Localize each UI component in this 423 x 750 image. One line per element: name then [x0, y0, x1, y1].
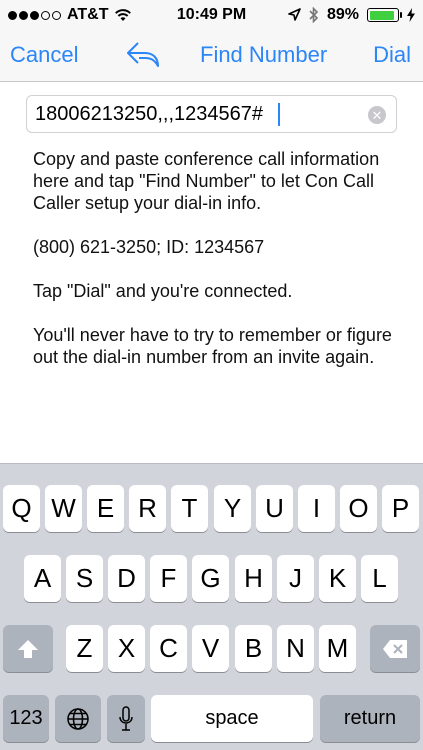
dial-string-input[interactable]: [35, 96, 355, 132]
key-j[interactable]: J: [277, 555, 314, 602]
delete-button[interactable]: [370, 625, 420, 672]
undo-button[interactable]: [125, 40, 161, 70]
battery-fill: [369, 10, 394, 20]
instruction-paragraph: Copy and paste conference call informati…: [33, 149, 380, 213]
keyboard: Q W E R T Y U I O P A S D F G H J K L Z …: [0, 463, 423, 750]
globe-icon: [67, 707, 89, 730]
key-u[interactable]: U: [256, 485, 293, 532]
key-f[interactable]: F: [150, 555, 187, 602]
key-g[interactable]: G: [192, 555, 229, 602]
dial-button[interactable]: Dial: [373, 42, 411, 68]
cancel-button[interactable]: Cancel: [10, 42, 78, 68]
key-h[interactable]: H: [235, 555, 272, 602]
numbers-key[interactable]: 123: [3, 695, 49, 742]
key-b[interactable]: B: [235, 625, 272, 672]
key-q[interactable]: Q: [3, 485, 40, 532]
microphone-button[interactable]: [107, 695, 145, 742]
globe-button[interactable]: [55, 695, 101, 742]
key-w[interactable]: W: [45, 485, 82, 532]
key-t[interactable]: T: [171, 485, 208, 532]
key-l[interactable]: L: [361, 555, 398, 602]
key-r[interactable]: R: [129, 485, 166, 532]
key-x[interactable]: X: [108, 625, 145, 672]
undo-arrow-icon: [127, 42, 159, 67]
key-d[interactable]: D: [108, 555, 145, 602]
text-caret: [278, 103, 280, 126]
instruction-paragraph: Tap "Dial" and you're connected.: [33, 281, 293, 301]
instructions-text: Copy and paste conference call informati…: [33, 148, 403, 390]
key-p[interactable]: P: [382, 485, 419, 532]
shift-arrow-icon: [18, 639, 38, 658]
nav-bar: Cancel Find Number Dial: [0, 30, 423, 82]
bluetooth-icon: [309, 7, 319, 23]
key-e[interactable]: E: [87, 485, 124, 532]
space-key[interactable]: space: [151, 695, 313, 742]
key-i[interactable]: I: [298, 485, 335, 532]
battery-percent: 89%: [326, 6, 359, 23]
key-a[interactable]: A: [24, 555, 61, 602]
microphone-icon: [119, 705, 133, 731]
key-v[interactable]: V: [192, 625, 229, 672]
status-bar: AT&T 10:49 PM 89%: [0, 0, 423, 30]
battery-icon: [367, 8, 402, 22]
charging-bolt-icon: [407, 8, 415, 22]
instruction-paragraph: You'll never have to try to remember or …: [33, 325, 392, 367]
key-c[interactable]: C: [150, 625, 187, 672]
key-z[interactable]: Z: [66, 625, 103, 672]
status-right: 89%: [288, 6, 415, 24]
clear-circle-icon[interactable]: ✕: [368, 106, 386, 124]
shift-button[interactable]: [3, 625, 53, 672]
location-arrow-icon: [288, 8, 301, 21]
find-number-button[interactable]: Find Number: [200, 42, 327, 68]
key-s[interactable]: S: [66, 555, 103, 602]
instruction-example-number: (800) 621-3250; ID: 1234567: [33, 237, 265, 257]
backspace-icon: [383, 639, 407, 658]
dial-string-field-container: ✕: [26, 95, 397, 133]
key-y[interactable]: Y: [214, 485, 251, 532]
key-k[interactable]: K: [319, 555, 356, 602]
key-n[interactable]: N: [277, 625, 314, 672]
return-key[interactable]: return: [320, 695, 420, 742]
key-o[interactable]: O: [340, 485, 377, 532]
key-m[interactable]: M: [319, 625, 356, 672]
